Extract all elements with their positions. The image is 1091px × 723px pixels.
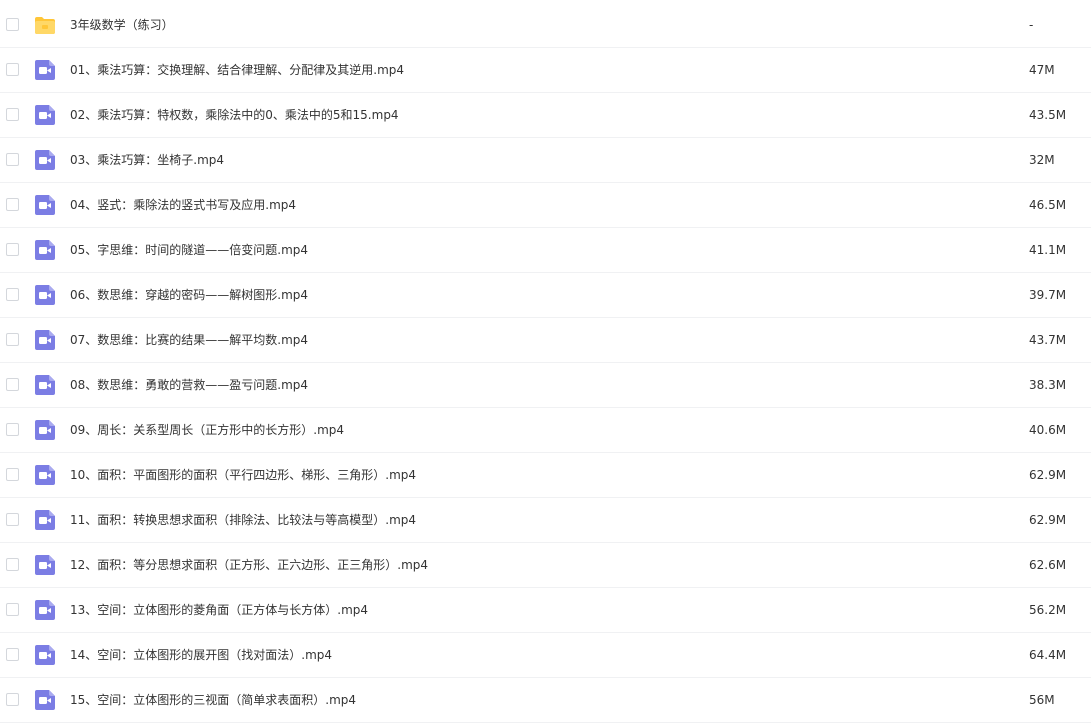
file-row[interactable]: 11、面积：转换思想求面积（排除法、比较法与等高模型）.mp4 62.9M [0,498,1091,543]
file-name[interactable]: 07、数思维：比赛的结果——解平均数.mp4 [70,318,308,363]
file-size: 46.5M [1029,198,1067,212]
file-name[interactable]: 01、乘法巧算：交换理解、结合律理解、分配律及其逆用.mp4 [70,48,404,93]
row-checkbox[interactable] [6,18,19,31]
file-name[interactable]: 05、字思维：时间的隧道——倍变问题.mp4 [70,228,308,273]
file-row[interactable]: 09、周长：关系型周长（正方形中的长方形）.mp4 40.6M [0,408,1091,453]
row-checkbox[interactable] [6,693,19,706]
file-name[interactable]: 12、面积：等分思想求面积（正方形、正六边形、正三角形）.mp4 [70,543,428,588]
row-checkbox[interactable] [6,423,19,436]
file-name[interactable]: 09、周长：关系型周长（正方形中的长方形）.mp4 [70,408,344,453]
row-checkbox[interactable] [6,198,19,211]
row-checkbox[interactable] [6,63,19,76]
file-size: 41.1M [1029,243,1067,257]
file-row[interactable]: 01、乘法巧算：交换理解、结合律理解、分配律及其逆用.mp4 47M [0,48,1091,93]
file-size: 32M [1029,153,1055,167]
file-name[interactable]: 06、数思维：穿越的密码——解树图形.mp4 [70,273,308,318]
row-checkbox[interactable] [6,333,19,346]
row-checkbox[interactable] [6,648,19,661]
video-file-icon [34,284,56,306]
file-row[interactable]: 03、乘法巧算：坐椅子.mp4 32M [0,138,1091,183]
file-row[interactable]: 02、乘法巧算：特权数，乘除法中的0、乘法中的5和15.mp4 43.5M [0,93,1091,138]
row-checkbox[interactable] [6,513,19,526]
file-name[interactable]: 14、空间：立体图形的展开图（找对面法）.mp4 [70,633,332,678]
file-name[interactable]: 13、空间：立体图形的菱角面（正方体与长方体）.mp4 [70,588,368,633]
file-size: - [1029,18,1034,32]
video-file-icon [34,419,56,441]
video-file-icon [34,374,56,396]
file-size: 39.7M [1029,288,1067,302]
file-size: 64.4M [1029,648,1067,662]
row-checkbox[interactable] [6,243,19,256]
folder-icon [34,14,56,36]
row-checkbox[interactable] [6,153,19,166]
file-row[interactable]: 12、面积：等分思想求面积（正方形、正六边形、正三角形）.mp4 62.6M [0,543,1091,588]
file-name[interactable]: 03、乘法巧算：坐椅子.mp4 [70,138,224,183]
file-row[interactable]: 3年级数学（练习） - [0,3,1091,48]
video-file-icon [34,329,56,351]
row-checkbox[interactable] [6,108,19,121]
file-row[interactable]: 10、面积：平面图形的面积（平行四边形、梯形、三角形）.mp4 62.9M [0,453,1091,498]
file-row[interactable]: 05、字思维：时间的隧道——倍变问题.mp4 41.1M [0,228,1091,273]
file-name[interactable]: 10、面积：平面图形的面积（平行四边形、梯形、三角形）.mp4 [70,453,416,498]
file-size: 62.9M [1029,513,1067,527]
row-checkbox[interactable] [6,378,19,391]
file-size: 43.5M [1029,108,1067,122]
video-file-icon [34,239,56,261]
file-size: 56M [1029,693,1055,707]
file-name[interactable]: 08、数思维：勇敢的营救——盈亏问题.mp4 [70,363,308,408]
file-size: 47M [1029,63,1055,77]
file-row[interactable]: 06、数思维：穿越的密码——解树图形.mp4 39.7M [0,273,1091,318]
file-name[interactable]: 02、乘法巧算：特权数，乘除法中的0、乘法中的5和15.mp4 [70,93,399,138]
file-row[interactable]: 13、空间：立体图形的菱角面（正方体与长方体）.mp4 56.2M [0,588,1091,633]
video-file-icon [34,644,56,666]
row-checkbox[interactable] [6,468,19,481]
file-name[interactable]: 15、空间：立体图形的三视面（简单求表面积）.mp4 [70,678,356,723]
file-size: 40.6M [1029,423,1067,437]
file-row[interactable]: 08、数思维：勇敢的营救——盈亏问题.mp4 38.3M [0,363,1091,408]
file-size: 56.2M [1029,603,1067,617]
video-file-icon [34,464,56,486]
video-file-icon [34,554,56,576]
file-row[interactable]: 04、竖式：乘除法的竖式书写及应用.mp4 46.5M [0,183,1091,228]
video-file-icon [34,59,56,81]
video-file-icon [34,194,56,216]
file-name[interactable]: 04、竖式：乘除法的竖式书写及应用.mp4 [70,183,296,228]
file-size: 62.9M [1029,468,1067,482]
row-checkbox[interactable] [6,288,19,301]
file-row[interactable]: 07、数思维：比赛的结果——解平均数.mp4 43.7M [0,318,1091,363]
file-size: 38.3M [1029,378,1067,392]
video-file-icon [34,104,56,126]
video-file-icon [34,149,56,171]
video-file-icon [34,689,56,711]
file-row[interactable]: 15、空间：立体图形的三视面（简单求表面积）.mp4 56M [0,678,1091,723]
video-file-icon [34,599,56,621]
file-list: 3年级数学（练习） - 01、乘法巧算：交换理解、结合律理解、分配律及其逆用.m… [0,3,1091,723]
file-name[interactable]: 3年级数学（练习） [70,3,174,48]
row-checkbox[interactable] [6,603,19,616]
video-file-icon [34,509,56,531]
row-checkbox[interactable] [6,558,19,571]
file-name[interactable]: 11、面积：转换思想求面积（排除法、比较法与等高模型）.mp4 [70,498,416,543]
file-row[interactable]: 14、空间：立体图形的展开图（找对面法）.mp4 64.4M [0,633,1091,678]
file-size: 43.7M [1029,333,1067,347]
file-size: 62.6M [1029,558,1067,572]
